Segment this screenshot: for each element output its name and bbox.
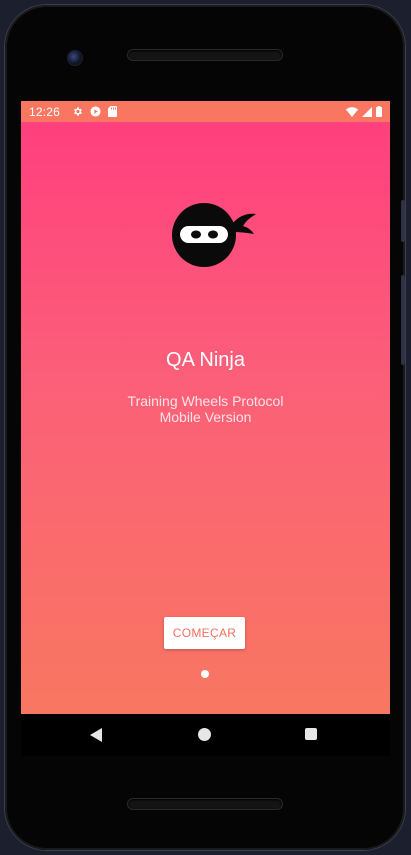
- subtitle-line-2: Mobile Version: [159, 409, 252, 425]
- start-button[interactable]: COMEÇAR: [164, 617, 245, 649]
- home-icon[interactable]: [198, 728, 211, 741]
- signal-icon: [362, 106, 372, 117]
- recents-icon[interactable]: [305, 728, 317, 740]
- page-indicator-dot: [201, 670, 209, 678]
- top-speaker-grille: [128, 50, 282, 60]
- settings-icon: [74, 107, 82, 116]
- power-button: [401, 275, 405, 365]
- wifi-icon: [346, 106, 358, 117]
- device-background: 12:26 QA Ninja Training Wheels Protocol …: [0, 0, 411, 855]
- navigation-bar: [21, 714, 390, 756]
- app-subtitle: Training Wheels Protocol Mobile Version: [21, 393, 390, 425]
- status-time: 12:26: [29, 104, 61, 119]
- battery-icon: [376, 106, 382, 117]
- front-camera: [67, 50, 83, 66]
- bottom-speaker-grille: [128, 799, 282, 809]
- play-icon: [90, 106, 101, 117]
- app-screen: 12:26 QA Ninja Training Wheels Protocol …: [21, 101, 390, 714]
- status-notification-icons: [72, 106, 118, 117]
- back-icon[interactable]: [90, 728, 102, 742]
- app-title: QA Ninja: [166, 349, 245, 371]
- ninja-head-icon: [172, 203, 256, 267]
- subtitle-line-1: Training Wheels Protocol: [127, 393, 284, 409]
- status-system-icons: [346, 106, 382, 117]
- sd-card-icon: [108, 106, 118, 117]
- volume-button: [401, 200, 405, 242]
- status-bar: 12:26: [21, 101, 390, 122]
